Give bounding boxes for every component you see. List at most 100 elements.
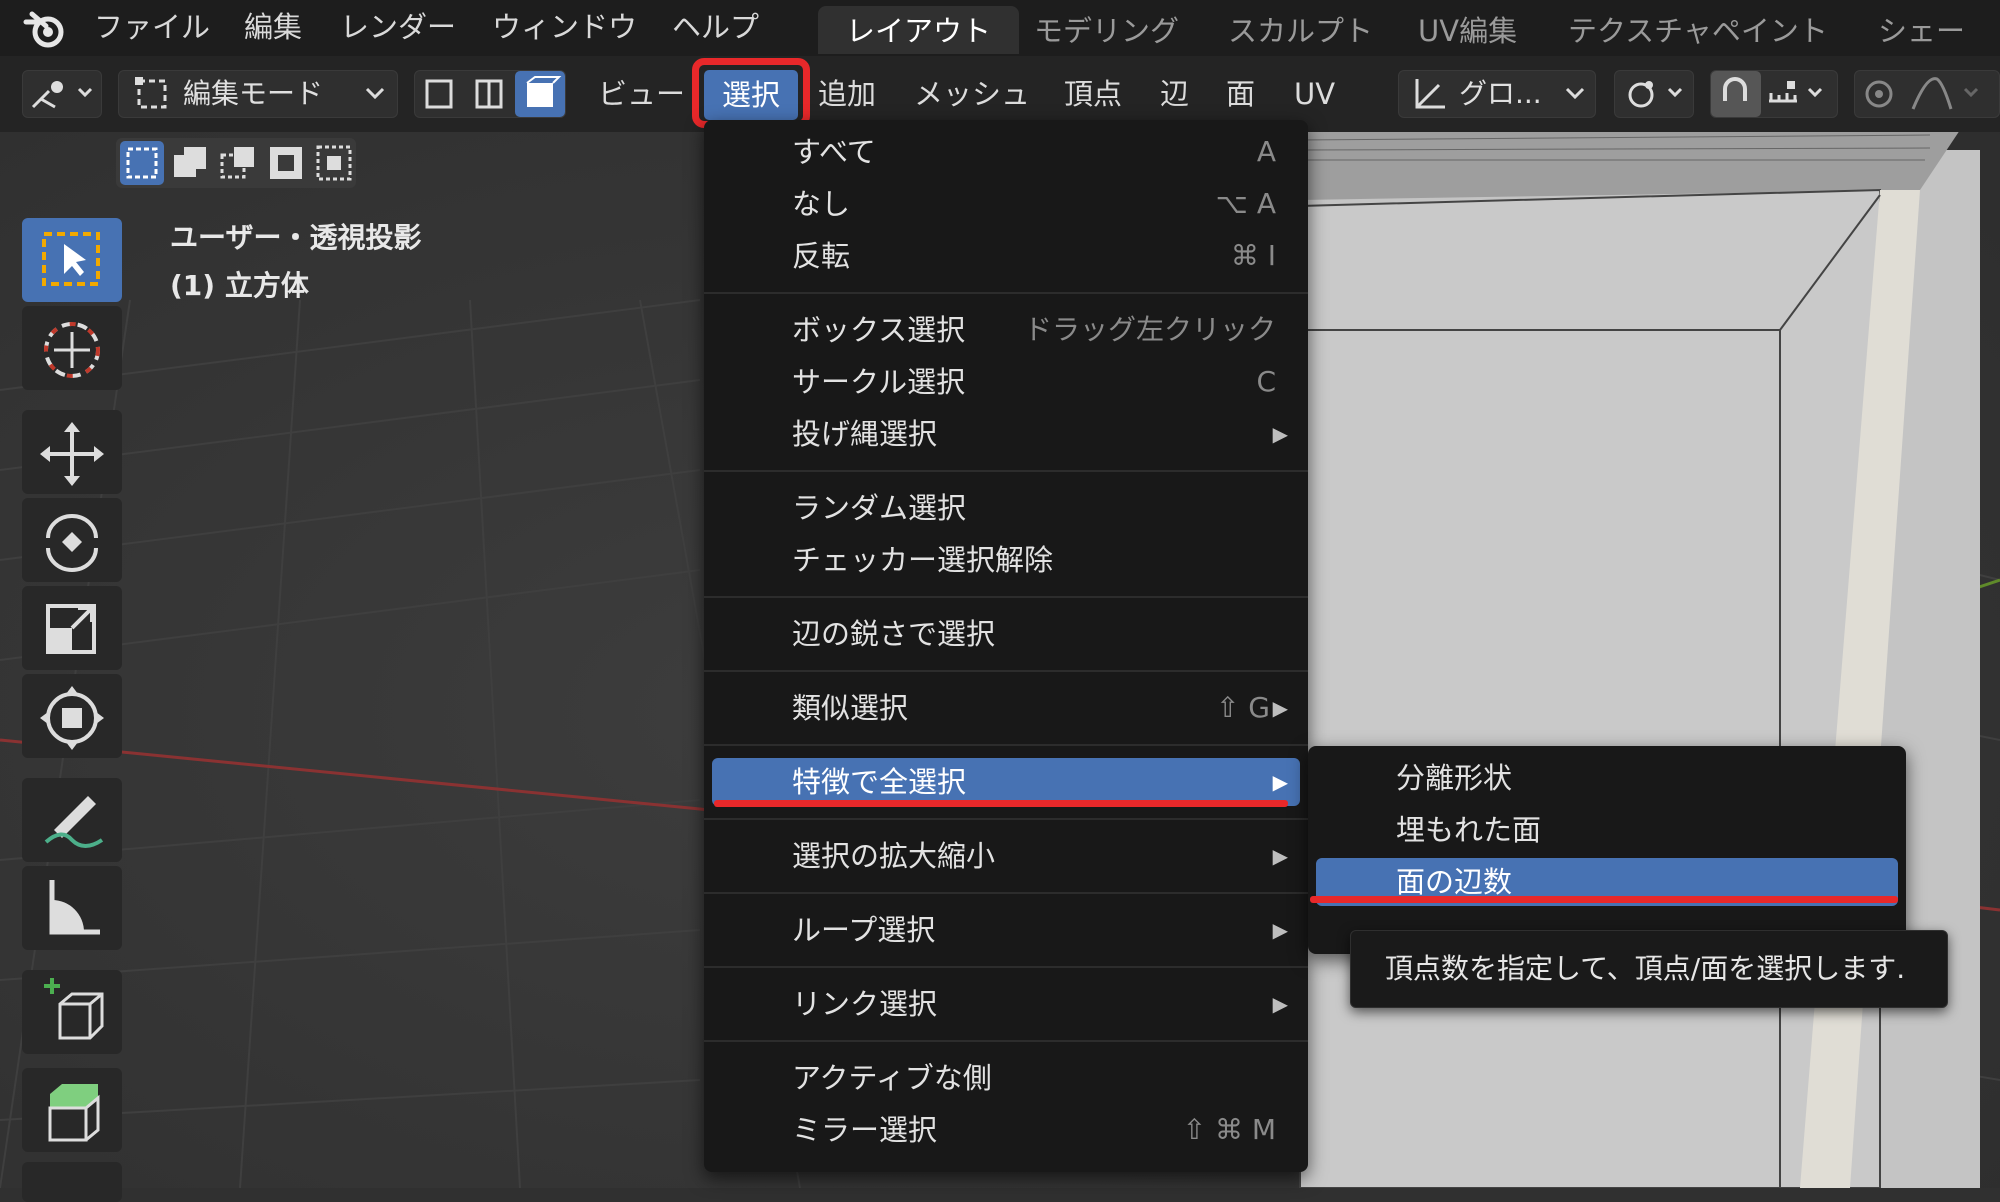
measure-tool[interactable]: [22, 866, 122, 950]
menu-item-checker-deselect[interactable]: チェッカー選択解除: [712, 536, 1300, 584]
rotate-tool[interactable]: [22, 498, 122, 582]
snap-group: [1710, 70, 1838, 118]
menu-separator: [704, 892, 1308, 894]
chevron-down-icon: [365, 87, 385, 100]
extrude-tool[interactable]: [22, 1068, 122, 1152]
menu-item-active-side[interactable]: アクティブな側: [712, 1054, 1300, 1102]
menu-edit[interactable]: 編集: [244, 4, 302, 50]
submenu-item-loose-geometry[interactable]: 分離形状: [1316, 754, 1898, 802]
transform-orientation-dropdown[interactable]: グロ...: [1398, 70, 1596, 118]
move-tool-icon: [40, 422, 104, 486]
tool-settings-icon: [31, 81, 93, 109]
scale-tool-icon: [46, 604, 96, 654]
menu-item-box-select[interactable]: ボックス選択 ドラッグ左クリック: [712, 306, 1300, 354]
select-intersect-icon[interactable]: [312, 141, 356, 185]
menu-item-circle-select[interactable]: サークル選択 C: [712, 358, 1300, 406]
header-menu-edge[interactable]: 辺: [1160, 70, 1189, 118]
menu-separator: [704, 1040, 1308, 1042]
menu-item-select-similar[interactable]: 類似選択 ⇧ G ▶: [712, 684, 1300, 732]
edge-select-icon[interactable]: [465, 71, 515, 117]
snap-increment-icon[interactable]: [1763, 71, 1837, 117]
tab-layout[interactable]: レイアウト: [818, 6, 1020, 54]
tab-uv-editing[interactable]: UV編集: [1390, 6, 1545, 54]
submenu-arrow-icon: ▶: [1272, 422, 1288, 446]
header-menu-face[interactable]: 面: [1226, 70, 1255, 118]
move-tool[interactable]: [22, 410, 122, 494]
select-dropdown-menu: すべて A なし ⌥ A 反転 ⌘ I ボックス選択 ドラッグ左クリック サークル選択 C…: [704, 120, 1308, 1172]
add-cube-tool-icon: [44, 978, 104, 1040]
pivot-point-dropdown[interactable]: [1614, 70, 1694, 118]
pivot-icon: [1628, 81, 1683, 108]
menu-help[interactable]: ヘルプ: [672, 4, 759, 50]
menu-item-select-more-less[interactable]: 選択の拡大縮小 ▶: [712, 832, 1300, 880]
extrude-tool-icon: [48, 1084, 100, 1142]
menu-render[interactable]: レンダー: [340, 4, 456, 50]
header-menu-vertex[interactable]: 頂点: [1064, 70, 1122, 118]
menu-separator: [704, 744, 1308, 746]
select-invert-icon[interactable]: [264, 141, 308, 185]
tab-sculpt[interactable]: スカルプト: [1200, 6, 1401, 54]
tab-modeling[interactable]: モデリング: [1006, 6, 1207, 54]
menu-separator: [704, 818, 1308, 820]
viewport-projection-label: ユーザー・透視投影: [170, 221, 422, 254]
chevron-down-icon: [1565, 87, 1585, 100]
select-extend-icon[interactable]: [168, 141, 212, 185]
mode-label: 編集モード: [183, 77, 324, 110]
menu-item-select-none[interactable]: なし ⌥ A: [712, 180, 1300, 228]
menu-item-invert[interactable]: 反転 ⌘ I: [712, 232, 1300, 280]
menu-separator: [704, 596, 1308, 598]
top-menubar: ファイル 編集 レンダー ウィンドウ ヘルプ レイアウト モデリング スカルプト…: [0, 0, 2000, 98]
vertex-select-icon[interactable]: [415, 71, 465, 117]
menu-separator: [704, 966, 1308, 968]
viewport-object-label: (1) 立方体: [170, 269, 309, 302]
select-box-tool[interactable]: [22, 218, 122, 302]
header-menu-add[interactable]: 追加: [818, 70, 876, 118]
submenu-arrow-icon: ▶: [1272, 918, 1288, 942]
tab-shading[interactable]: シェーディ: [1850, 6, 2000, 98]
annotate-tool[interactable]: [22, 778, 122, 862]
scale-tool[interactable]: [22, 586, 122, 670]
header-menu-view[interactable]: ビュー: [598, 70, 685, 118]
tooltip: 頂点数を指定して、頂点/面を選択します.: [1350, 930, 1948, 1008]
select-new-icon[interactable]: [120, 141, 164, 185]
menu-item-select-linked[interactable]: リンク選択 ▶: [712, 980, 1300, 1028]
add-cube-tool[interactable]: [22, 970, 122, 1054]
transform-orientation-label: グロ...: [1459, 77, 1542, 110]
rotate-tool-icon: [46, 514, 98, 572]
submenu-arrow-icon: ▶: [1272, 696, 1288, 720]
menu-item-select-all[interactable]: すべて A: [712, 128, 1300, 176]
annotate-tool-icon: [44, 796, 104, 848]
mode-dropdown[interactable]: 編集モード: [118, 70, 398, 118]
submenu-arrow-icon: ▶: [1272, 844, 1288, 868]
more-tools[interactable]: [22, 1162, 122, 1202]
select-box-tool-icon: [42, 232, 100, 286]
transform-orientation-icon: [1415, 79, 1445, 109]
menu-file[interactable]: ファイル: [94, 4, 210, 50]
cube-mesh[interactable]: [1299, 130, 1980, 1188]
menu-item-random-select[interactable]: ランダム選択: [712, 484, 1300, 532]
annotation-highlight-box: [692, 58, 810, 128]
header-menu-uv[interactable]: UV: [1294, 70, 1335, 118]
tool-settings-button[interactable]: [22, 70, 102, 118]
select-subtract-icon[interactable]: [216, 141, 260, 185]
face-select-icon[interactable]: [515, 71, 565, 117]
menu-item-lasso-select[interactable]: 投げ縄選択 ▶: [712, 410, 1300, 458]
menu-item-select-all-by-trait[interactable]: 特徴で全選択 ▶: [712, 758, 1300, 806]
tooltip-text: 頂点数を指定して、頂点/面を選択します.: [1385, 952, 1906, 985]
menu-item-select-mirror[interactable]: ミラー選択 ⇧ ⌘ M: [712, 1106, 1300, 1154]
menu-item-loop-select[interactable]: ループ選択 ▶: [712, 906, 1300, 954]
proportional-edit-icon[interactable]: [1855, 71, 1905, 117]
menu-item-select-sharp-edges[interactable]: 辺の鋭さで選択: [712, 610, 1300, 658]
blender-logo-icon[interactable]: [22, 6, 68, 52]
submenu-item-interior-faces[interactable]: 埋もれた面: [1316, 806, 1898, 854]
cursor-tool[interactable]: [22, 306, 122, 390]
measure-tool-icon: [49, 880, 100, 935]
menu-window[interactable]: ウィンドウ: [492, 4, 637, 50]
snap-icon[interactable]: [1711, 71, 1761, 117]
cursor-tool-icon: [44, 322, 100, 378]
annotation-underline-trait: [714, 800, 1288, 807]
falloff-icon[interactable]: [1907, 71, 1997, 117]
transform-tool[interactable]: [22, 674, 122, 758]
header-menu-mesh[interactable]: メッシュ: [914, 70, 1030, 118]
tab-texture-paint[interactable]: テクスチャペイント: [1540, 6, 1856, 54]
